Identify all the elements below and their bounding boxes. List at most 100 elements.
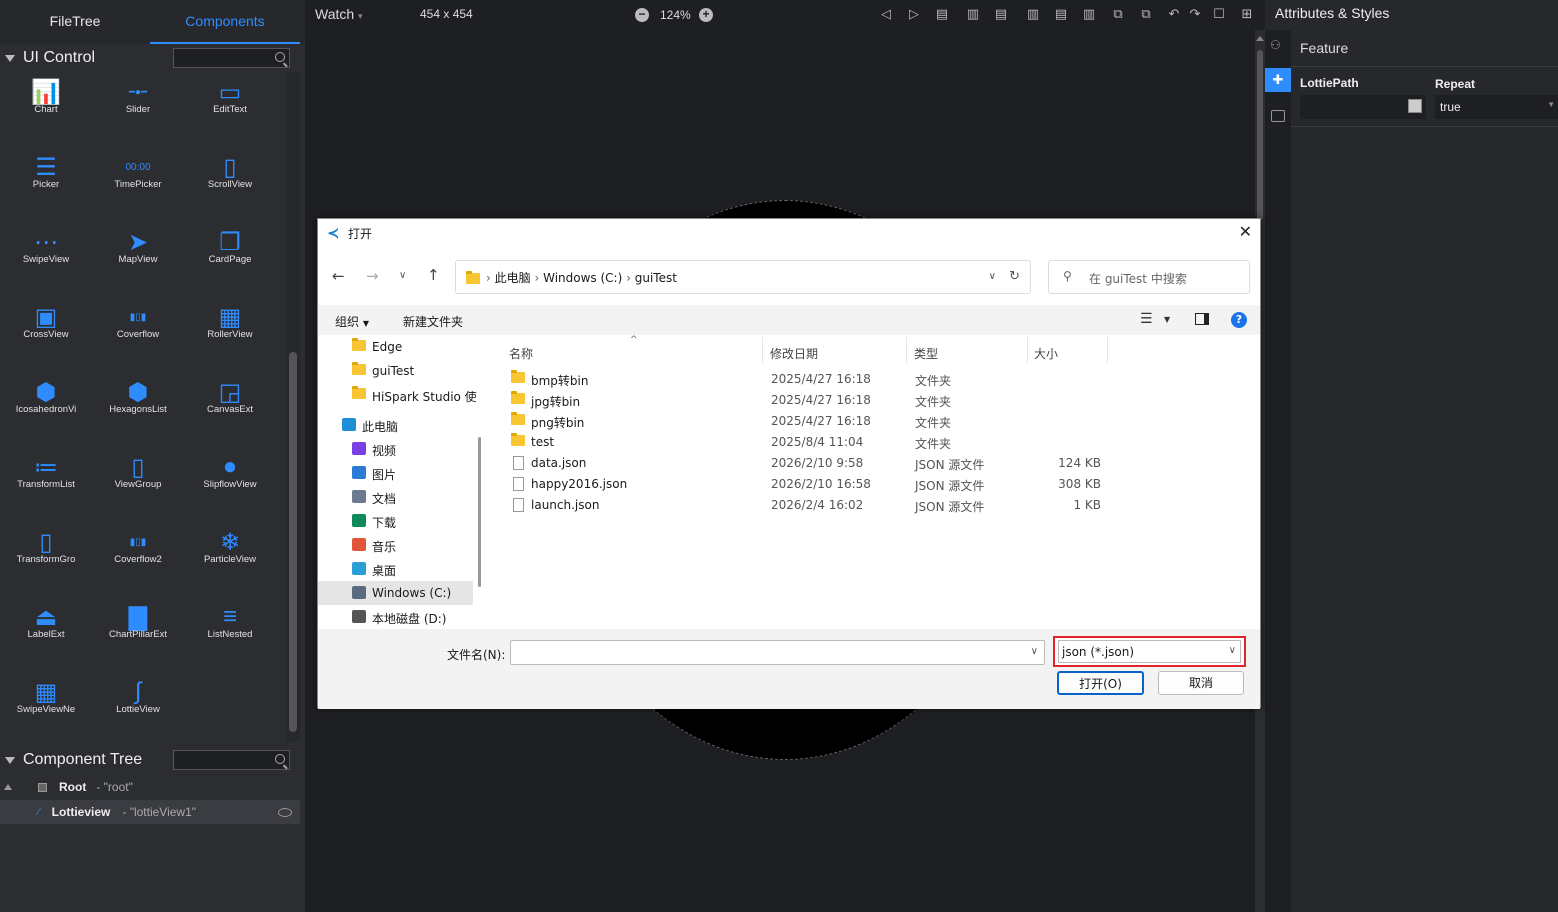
component-hexagonslist[interactable]: ⬢ HexagonsList [92, 372, 184, 442]
tab-filetree[interactable]: FileTree [0, 0, 150, 44]
new-folder-button[interactable]: 新建文件夹 [403, 313, 463, 330]
scrollbar-thumb[interactable] [1257, 50, 1263, 220]
column-type[interactable]: 类型 [914, 345, 938, 362]
component-transformlist[interactable]: ≔ TransformList [0, 447, 92, 517]
component-scrollview[interactable]: ▯ ScrollView [184, 147, 276, 217]
cancel-button[interactable]: 取消 [1158, 671, 1244, 695]
lottiepath-input[interactable] [1300, 95, 1426, 119]
chevron-down-icon[interactable]: ▼ [1164, 315, 1170, 324]
file-row[interactable]: happy2016.json 2026/2/10 16:58 JSON 源文件 308… [508, 474, 1268, 495]
file-row[interactable]: jpg转bin 2025/4/27 16:18 文件夹 [508, 390, 1268, 411]
component-swipeview[interactable]: ⋯ SwipeView [0, 222, 92, 292]
breadcrumb-item-guitest[interactable]: guiTest [635, 271, 677, 285]
view-list-icon[interactable]: ☰ [1140, 311, 1153, 327]
visibility-eye-icon[interactable] [278, 808, 292, 817]
align-center-icon[interactable]: ▥ [965, 6, 981, 22]
breadcrumb-item-pc[interactable]: 此电脑 [495, 271, 531, 285]
tab-components[interactable]: Components [150, 0, 300, 44]
component-slider[interactable]: ━●━ Slider [92, 72, 184, 142]
open-button[interactable]: 打开(O) [1057, 671, 1144, 695]
expand-icon[interactable] [4, 784, 12, 790]
redo-icon[interactable]: ↷ [1187, 6, 1203, 22]
refresh-icon[interactable]: ↻ [1009, 269, 1020, 284]
image-picker-icon[interactable] [1408, 99, 1422, 113]
file-row[interactable]: bmp转bin 2025/4/27 16:18 文件夹 [508, 369, 1268, 390]
event-icon[interactable] [1271, 110, 1285, 122]
align-right-icon[interactable]: ▤ [993, 6, 1009, 22]
file-row[interactable]: launch.json 2026/2/4 16:02 JSON 源文件 1 KB [508, 495, 1268, 516]
column-date[interactable]: 修改日期 [770, 345, 818, 362]
bring-front-icon[interactable]: ⧉ [1110, 6, 1126, 22]
zoom-out-icon[interactable]: − [635, 8, 649, 22]
filename-input[interactable]: ∨ [510, 640, 1045, 665]
scrollbar-thumb[interactable] [289, 352, 297, 732]
up-icon[interactable]: ↑ [427, 266, 440, 284]
column-divider[interactable] [906, 337, 907, 363]
nav-item[interactable]: 桌面 [318, 557, 473, 581]
collapse-icon[interactable] [5, 756, 15, 764]
align-middle-icon[interactable]: ▤ [1053, 6, 1069, 22]
component-mapview[interactable]: ➤ MapView [92, 222, 184, 292]
watch-dropdown[interactable]: Watch ▾ [315, 6, 363, 22]
component-coverflow2[interactable]: ▮▯▮ Coverflow2 [92, 522, 184, 592]
repeat-select[interactable]: true ▼ [1435, 95, 1558, 119]
component-swipeviewne[interactable]: ▦ SwipeViewNe [0, 672, 92, 742]
nav-item[interactable]: 音乐 [318, 533, 473, 557]
component-viewgroup[interactable]: ▯ ViewGroup [92, 447, 184, 517]
align-bottom-icon[interactable]: ▥ [1081, 6, 1097, 22]
component-tree-header[interactable]: Component Tree [0, 746, 300, 774]
forward-icon[interactable]: → [366, 267, 379, 285]
component-cardpage[interactable]: ❐ CardPage [184, 222, 276, 292]
component-chartpillarext[interactable]: ▇ ChartPillarExt [92, 597, 184, 667]
history-chevron-icon[interactable]: ∨ [399, 270, 406, 281]
component-slipflowview[interactable]: ● SlipflowView [184, 447, 276, 517]
layout-icon[interactable]: ⊞ [1239, 6, 1255, 22]
tree-row-lottieview[interactable]: ∕ Lottieview - "lottieView1" [0, 800, 300, 824]
nav-item[interactable]: Windows (C:) [318, 581, 473, 605]
style-icon[interactable]: ⚇ [1270, 38, 1286, 52]
palette-scrollbar[interactable] [286, 72, 300, 742]
component-coverflow[interactable]: ▮▯▮ Coverflow [92, 297, 184, 367]
column-divider[interactable] [1027, 337, 1028, 363]
chevron-down-icon[interactable]: ∨ [989, 271, 996, 282]
component-icosahedronvi[interactable]: ⬢ IcosahedronVi [0, 372, 92, 442]
scroll-up-icon[interactable] [1256, 36, 1264, 41]
chevron-down-icon[interactable]: ∨ [1031, 646, 1038, 657]
column-divider[interactable] [762, 337, 763, 363]
tree-row-root[interactable]: Root - "root" [0, 775, 300, 799]
next-icon[interactable]: ▷ [906, 6, 922, 22]
component-labelext[interactable]: ⏏ LabelExt [0, 597, 92, 667]
component-lottieview[interactable]: ∫ LottieView [92, 672, 184, 742]
breadcrumb-item-c[interactable]: Windows (C:) [543, 271, 622, 285]
column-name[interactable]: 名称 [509, 345, 533, 362]
component-rollerview[interactable]: ▦ RollerView [184, 297, 276, 367]
preview-pane-icon[interactable] [1195, 313, 1209, 325]
file-row[interactable]: data.json 2026/2/10 9:58 JSON 源文件 124 KB [508, 453, 1268, 474]
address-bar[interactable]: › 此电脑 › Windows (C:) › guiTest ∨ ↻ [455, 260, 1031, 294]
component-edittext[interactable]: ▭ EditText [184, 72, 276, 142]
column-divider[interactable] [1107, 337, 1108, 363]
tree-search-input[interactable] [173, 750, 290, 770]
organize-menu[interactable]: 组织 ▼ [335, 313, 369, 330]
component-chart[interactable]: 📊 Chart [0, 72, 92, 142]
close-icon[interactable]: ✕ [1239, 222, 1252, 241]
component-search-input[interactable] [173, 48, 290, 68]
component-timepicker[interactable]: 00:00 TimePicker [92, 147, 184, 217]
component-crossview[interactable]: ▣ CrossView [0, 297, 92, 367]
component-transformgro[interactable]: ▯ TransformGro [0, 522, 92, 592]
undo-icon[interactable]: ↶ [1166, 6, 1182, 22]
select-box-icon[interactable]: ☐ [1211, 6, 1227, 22]
nav-item[interactable]: 本地磁盘 (D:) [318, 605, 473, 629]
align-top-icon[interactable]: ▥ [1025, 6, 1041, 22]
help-icon[interactable]: ? [1231, 312, 1247, 328]
column-size[interactable]: 大小 [1034, 345, 1058, 362]
nav-item[interactable]: Edge [318, 335, 473, 359]
ui-control-header[interactable]: UI Control [0, 44, 300, 72]
search-input[interactable]: ⚲ 在 guiTest 中搜索 [1048, 260, 1250, 294]
file-row[interactable]: test 2025/8/4 11:04 文件夹 [508, 432, 1268, 453]
zoom-in-icon[interactable]: + [699, 8, 713, 22]
file-row[interactable]: png转bin 2025/4/27 16:18 文件夹 [508, 411, 1268, 432]
prev-icon[interactable]: ◁ [878, 6, 894, 22]
component-particleview[interactable]: ❄ ParticleView [184, 522, 276, 592]
align-left-icon[interactable]: ▤ [934, 6, 950, 22]
